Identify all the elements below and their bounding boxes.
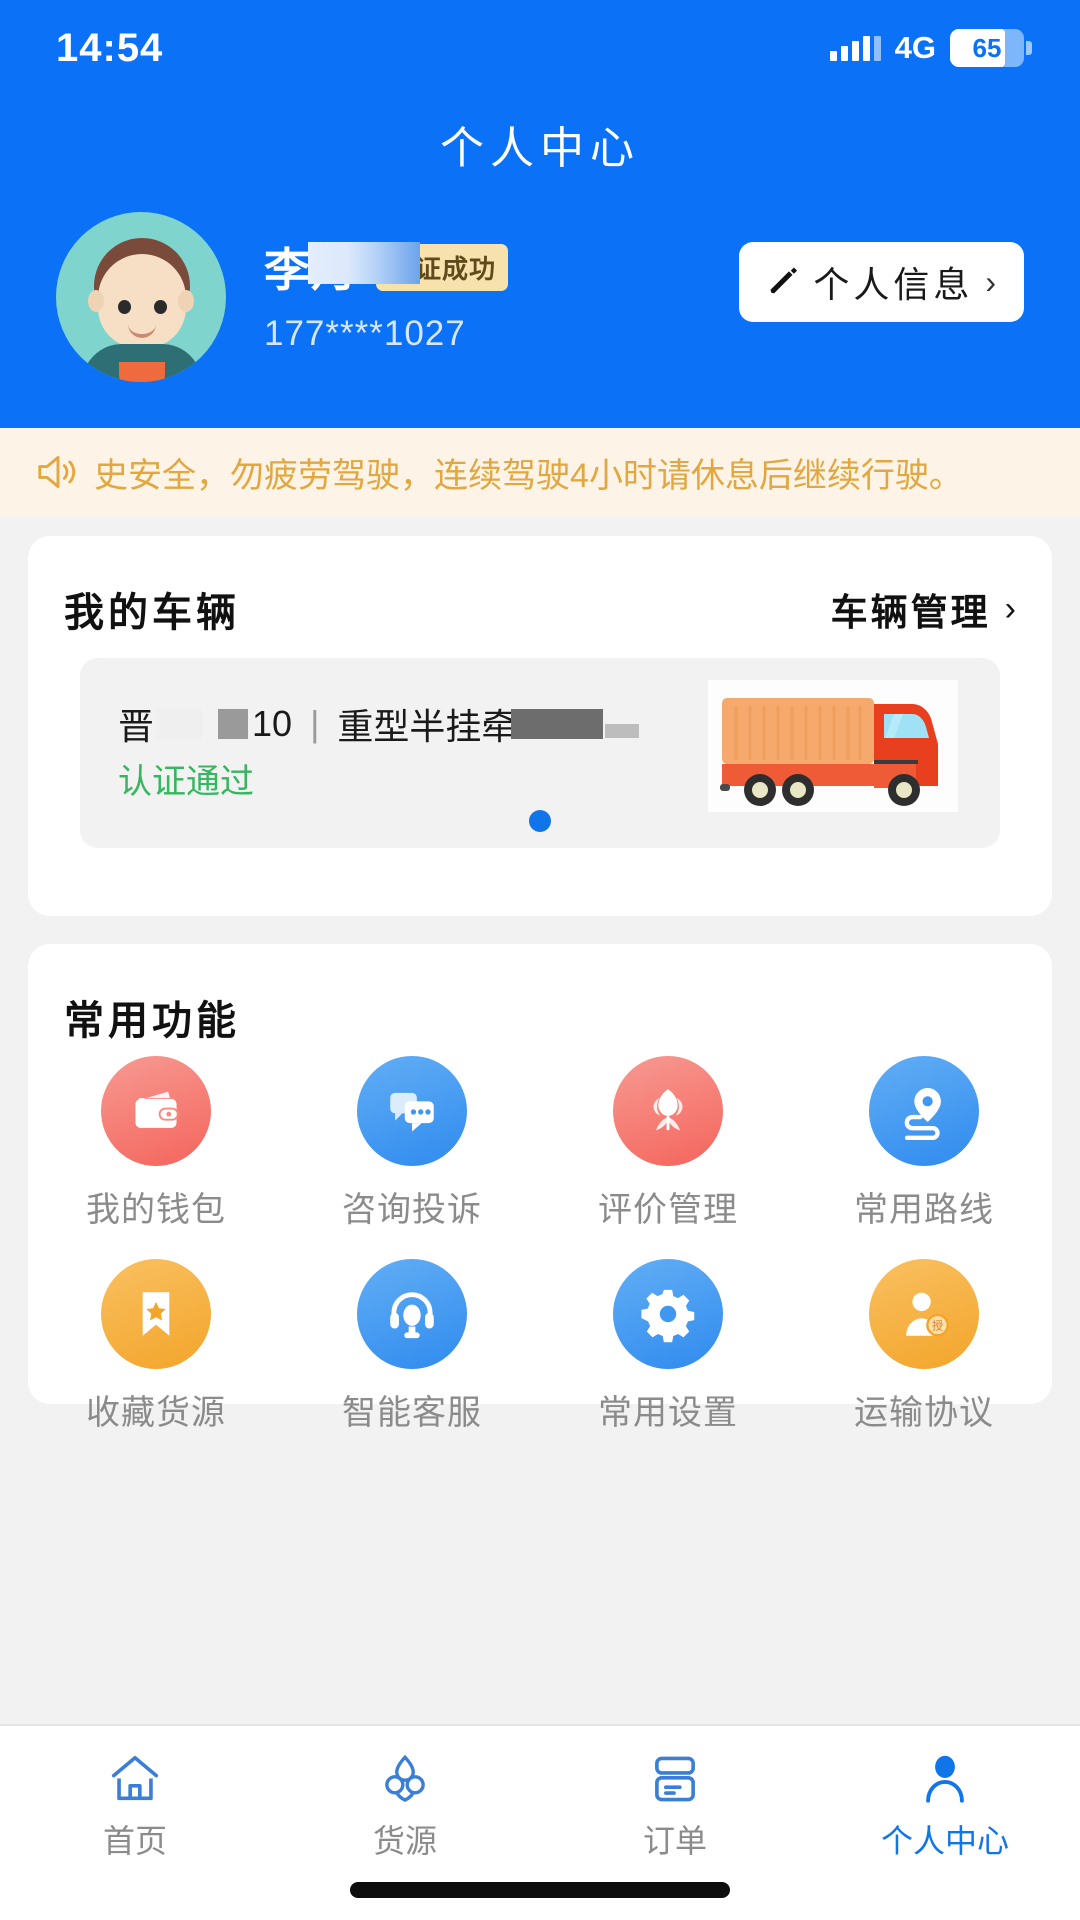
chevron-right-icon: › — [1004, 589, 1016, 628]
function-item-complaint[interactable]: 咨询投诉 — [284, 1056, 540, 1231]
profile-icon — [926, 1755, 964, 1803]
function-label: 常用路线 — [854, 1191, 994, 1229]
cargo-icon — [385, 1754, 425, 1802]
vehicle-card-title: 我的车辆 — [64, 591, 240, 635]
headset-icon — [357, 1259, 467, 1369]
personal-info-label: 个人信息 — [813, 264, 974, 305]
function-item-favorites[interactable]: 收藏货源 — [28, 1259, 284, 1434]
carousel-dot-active[interactable] — [529, 810, 551, 832]
personal-info-button[interactable]: 个人信息 › — [739, 242, 1024, 322]
tab-home[interactable]: 首页 — [0, 1750, 270, 1862]
safety-notice-text: 史安全，勿疲劳驾驶，连续驾驶4小时请休息后继续行驶。 — [94, 456, 963, 495]
status-bar-indicators: 4G 65 — [829, 29, 1032, 67]
function-label: 常用设置 — [598, 1394, 738, 1432]
home-icon — [111, 1755, 159, 1801]
user-name-first: 李 — [264, 244, 311, 296]
plate-separator: | — [310, 703, 320, 744]
svg-text:授: 授 — [932, 1318, 943, 1332]
vehicle-manage-label: 车辆管理 — [830, 592, 991, 633]
type-redaction-mask — [511, 709, 604, 739]
function-label: 评价管理 — [598, 1191, 738, 1229]
location-pin-icon — [869, 1056, 979, 1166]
bottom-tab-bar: 首页 货源 订单 个人中心 — [0, 1724, 1080, 1920]
pencil-icon — [770, 267, 798, 294]
order-icon — [655, 1756, 695, 1802]
gear-icon — [613, 1259, 723, 1369]
vehicle-type-label: 重型半挂牵 — [337, 706, 518, 747]
function-label: 运输协议 — [854, 1394, 994, 1432]
my-vehicle-card: 我的车辆 车辆管理 › 晋 10 | 重型半挂牵 认证通过 — [28, 536, 1052, 916]
functions-card-title: 常用功能 — [64, 999, 240, 1043]
name-redaction-mask — [308, 242, 420, 284]
function-item-route[interactable]: 常用路线 — [796, 1056, 1052, 1231]
functions-grid: 我的钱包 咨询投诉 评价管理 常用路线 收藏货源 智能客服 常用设置 授 运输协… — [28, 1056, 1052, 1434]
vehicle-plate-row: 晋 10 | 重型半挂牵 — [118, 698, 645, 750]
chevron-right-icon: › — [985, 263, 996, 300]
function-label: 智能客服 — [342, 1394, 482, 1432]
tab-order[interactable]: 订单 — [540, 1750, 810, 1862]
network-type-label: 4G — [894, 30, 936, 65]
function-label: 咨询投诉 — [342, 1191, 482, 1229]
page-header: 14:54 4G 65 个人中心 李月 — [0, 0, 1080, 428]
vehicle-plate-prefix: 晋 — [118, 706, 155, 747]
battery-level-label: 65 — [972, 32, 1002, 63]
tab-profile[interactable]: 个人中心 — [810, 1750, 1080, 1862]
safety-notice-bar[interactable]: 史安全，勿疲劳驾驶，连续驾驶4小时请休息后继续行驶。 — [0, 428, 1080, 516]
signal-bars-icon — [829, 35, 881, 61]
tab-label: 个人中心 — [880, 1823, 1009, 1859]
megaphone-icon — [38, 456, 76, 488]
functions-card-header: 常用功能 — [28, 944, 1052, 1046]
plate-redaction-mask-1 — [156, 709, 203, 739]
common-functions-card: 常用功能 我的钱包 咨询投诉 评价管理 常用路线 收藏货源 智能客服 常用设置 … — [28, 944, 1052, 1432]
flower-icon — [613, 1056, 723, 1166]
chat-icon — [357, 1056, 467, 1166]
function-item-wallet[interactable]: 我的钱包 — [28, 1056, 284, 1231]
user-phone: 177****1027 — [264, 314, 466, 353]
plate-redaction-mask-2 — [218, 709, 249, 739]
function-item-review[interactable]: 评价管理 — [540, 1056, 796, 1231]
tab-label: 首页 — [102, 1823, 167, 1859]
function-item-support[interactable]: 智能客服 — [284, 1259, 540, 1434]
function-label: 我的钱包 — [86, 1191, 226, 1229]
tab-label: 订单 — [642, 1823, 707, 1859]
bookmark-star-icon — [101, 1259, 211, 1369]
contract-user-icon: 授 — [869, 1259, 979, 1369]
page-title: 个人中心 — [440, 124, 640, 173]
status-bar-clock: 14:54 — [56, 25, 164, 70]
truck-illustration — [708, 680, 958, 812]
avatar[interactable] — [56, 212, 226, 382]
user-name: 李月 — [264, 234, 420, 300]
type-redaction-mask-2 — [605, 724, 640, 738]
vehicle-manage-link[interactable]: 车辆管理 › — [831, 582, 1016, 636]
function-item-settings[interactable]: 常用设置 — [540, 1259, 796, 1434]
wallet-icon — [101, 1056, 211, 1166]
profile-name-row: 李月 认证成功 — [264, 234, 509, 300]
function-label: 收藏货源 — [86, 1394, 226, 1432]
function-item-agreement[interactable]: 授 运输协议 — [796, 1259, 1052, 1434]
vehicle-plate-suffix: 10 — [252, 703, 293, 744]
profile-summary: 李月 认证成功 177****1027 个人信息 › — [56, 212, 1024, 382]
tab-label: 货源 — [372, 1823, 437, 1859]
tab-cargo[interactable]: 货源 — [270, 1750, 540, 1862]
status-bar: 14:54 4G 65 — [0, 0, 1080, 96]
battery-icon: 65 — [950, 29, 1032, 67]
vehicle-item[interactable]: 晋 10 | 重型半挂牵 认证通过 — [80, 658, 1000, 848]
home-indicator — [350, 1882, 730, 1898]
vehicle-status: 认证通过 — [118, 763, 254, 801]
profile-text: 李月 认证成功 177****1027 — [264, 234, 509, 354]
vehicle-card-header: 我的车辆 车辆管理 › — [28, 536, 1052, 638]
